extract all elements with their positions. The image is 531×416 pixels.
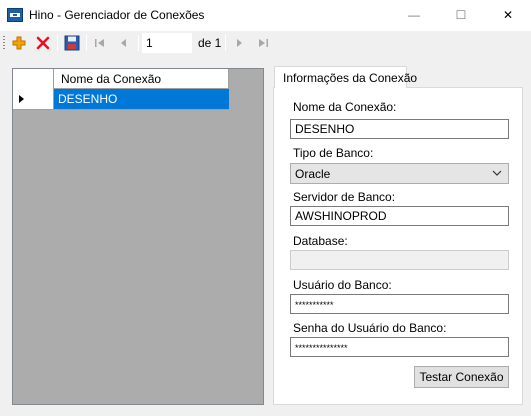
grid-corner[interactable] xyxy=(13,69,54,89)
connection-info-panel: Nome da Conexão: Tipo de Banco: Oracle S… xyxy=(273,87,523,405)
nome-conexao-label: Nome da Conexão: xyxy=(293,100,397,114)
add-button[interactable] xyxy=(9,33,29,53)
app-icon xyxy=(7,8,23,22)
previous-record-icon xyxy=(121,39,126,47)
usuario-banco-field[interactable] xyxy=(290,294,509,314)
minimize-button[interactable]: — xyxy=(391,0,437,30)
close-button[interactable]: ✕ xyxy=(485,0,531,30)
next-record-icon xyxy=(237,39,242,47)
servidor-banco-field[interactable] xyxy=(290,206,509,226)
window-title: Hino - Gerenciador de Conexões xyxy=(29,8,205,22)
toolbar-separator xyxy=(138,35,139,51)
database-label: Database: xyxy=(293,234,348,248)
save-button[interactable] xyxy=(62,33,82,53)
move-previous-button[interactable] xyxy=(114,33,134,53)
toolbar-grip[interactable] xyxy=(3,36,5,50)
move-first-button[interactable] xyxy=(90,33,110,53)
tipo-banco-label: Tipo de Banco: xyxy=(293,146,374,160)
database-field xyxy=(290,250,509,270)
first-record-icon xyxy=(95,39,104,47)
tab-informacoes-conexao[interactable]: Informações da Conexão xyxy=(274,66,417,88)
toolbar-separator xyxy=(225,35,226,51)
tipo-banco-value: Oracle xyxy=(295,167,331,181)
move-next-button[interactable] xyxy=(229,33,249,53)
plus-icon xyxy=(12,36,26,50)
delete-button[interactable] xyxy=(33,33,53,53)
binding-navigator: de 1 xyxy=(0,31,531,55)
usuario-banco-label: Usuário do Banco: xyxy=(293,278,392,292)
senha-usuario-field[interactable] xyxy=(290,337,509,357)
move-last-button[interactable] xyxy=(253,33,273,53)
column-header-nome[interactable]: Nome da Conexão xyxy=(54,69,229,89)
grid-header-row: Nome da Conexão xyxy=(13,69,229,89)
servidor-banco-label: Servidor de Banco: xyxy=(293,190,396,204)
testar-conexao-button[interactable]: Testar Conexão xyxy=(414,366,509,388)
last-record-icon xyxy=(259,39,268,47)
senha-usuario-label: Senha do Usuário do Banco: xyxy=(293,321,447,335)
nome-conexao-field[interactable] xyxy=(290,119,509,139)
position-input[interactable] xyxy=(142,33,192,53)
current-row-arrow-icon xyxy=(19,95,24,103)
tipo-banco-select[interactable]: Oracle xyxy=(290,163,509,184)
toolbar-separator xyxy=(86,35,87,51)
table-row[interactable]: DESENHO xyxy=(13,89,229,110)
record-count-label: de 1 xyxy=(198,36,222,50)
table-cell-nome[interactable]: DESENHO xyxy=(54,89,229,110)
delete-icon xyxy=(36,36,50,50)
toolbar-separator xyxy=(57,35,58,51)
chevron-down-icon xyxy=(492,170,502,176)
save-icon xyxy=(64,35,80,51)
maximize-button[interactable]: ☐ xyxy=(438,0,484,30)
connections-grid[interactable]: Nome da Conexão DESENHO xyxy=(12,68,264,405)
title-bar: Hino - Gerenciador de Conexões — ☐ ✕ xyxy=(0,0,531,31)
row-header[interactable] xyxy=(13,89,54,110)
